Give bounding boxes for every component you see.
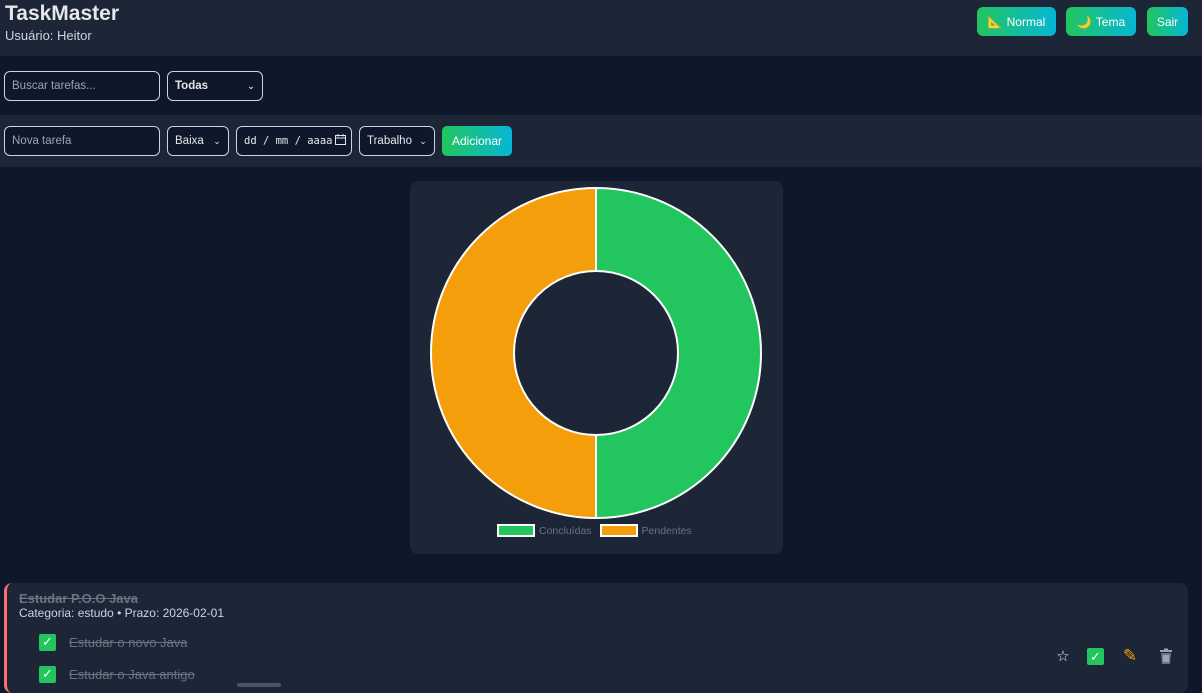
due-date-placeholder: dd / mm / aaaa (244, 135, 333, 147)
status-chart-card: Concluídas Pendentes (410, 181, 783, 554)
search-input[interactable]: Buscar tarefas... (4, 71, 160, 101)
app-header: TaskMaster Usuário: Heitor 📐 Normal 🌙 Te… (0, 0, 1202, 56)
app-title: TaskMaster (5, 2, 120, 25)
search-placeholder: Buscar tarefas... (12, 80, 96, 92)
logout-button[interactable]: Sair (1147, 7, 1188, 36)
chart-legend: Concluídas Pendentes (497, 524, 700, 537)
star-icon[interactable]: ☆ (1053, 646, 1073, 666)
subtask-checkbox[interactable]: ✓ (39, 665, 56, 683)
scrollbar-thumb[interactable] (237, 683, 281, 687)
check-icon[interactable]: ✓ (1087, 648, 1104, 665)
subtask-checkbox[interactable]: ✓ (39, 633, 56, 651)
triangle-ruler-icon: 📐 (987, 14, 1003, 29)
subtask-label: Estudar o Java antigo (69, 666, 195, 682)
task-title: Estudar P.O.O Java (19, 591, 138, 606)
trash-icon[interactable] (1156, 646, 1176, 666)
legend-label[interactable]: Concluídas (539, 525, 592, 537)
theme-label: Tema (1095, 14, 1126, 29)
priority-select[interactable]: Baixa ⌄ (167, 126, 229, 156)
due-date-input[interactable]: dd / mm / aaaa (236, 126, 352, 156)
add-task-button[interactable]: Adicionar (442, 126, 512, 156)
pencil-icon[interactable]: ✎ (1120, 646, 1140, 666)
normal-mode-label: Normal (1006, 14, 1046, 29)
calendar-icon[interactable] (334, 134, 346, 148)
normal-mode-button[interactable]: 📐 Normal (977, 7, 1056, 36)
status-filter-select[interactable]: Todas ⌄ (167, 71, 263, 101)
category-select[interactable]: Trabalho ⌄ (359, 126, 435, 156)
theme-button[interactable]: 🌙 Tema (1066, 7, 1136, 36)
logout-label: Sair (1156, 14, 1179, 29)
new-task-placeholder: Nova tarefa (12, 135, 72, 147)
legend-label[interactable]: Pendentes (642, 525, 692, 537)
chevron-down-icon: ⌄ (247, 80, 255, 91)
chart-slice-pendentes[interactable] (430, 186, 597, 520)
user-label: Usuário: Heitor (5, 28, 92, 43)
status-filter-value: Todas (175, 80, 209, 92)
task-meta: Categoria: estudo • Prazo: 2026-02-01 (19, 606, 224, 620)
category-value: Trabalho (367, 135, 412, 147)
chevron-down-icon: ⌄ (419, 135, 427, 146)
subtask-label: Estudar o novo Java (69, 634, 188, 650)
subtask-item: ✓ Estudar o novo Java (39, 632, 188, 652)
chart-slice-concluídas[interactable] (595, 186, 762, 520)
chevron-down-icon: ⌄ (213, 135, 221, 146)
new-task-input[interactable]: Nova tarefa (4, 126, 160, 156)
priority-value: Baixa (175, 135, 204, 147)
task-card: Estudar P.O.O Java Categoria: estudo • P… (4, 583, 1188, 693)
legend-swatch[interactable] (599, 524, 638, 537)
moon-icon: 🌙 (1076, 14, 1092, 29)
status-doughnut-chart (430, 186, 762, 520)
subtask-item: ✓ Estudar o Java antigo (39, 664, 195, 684)
legend-swatch[interactable] (497, 524, 535, 537)
